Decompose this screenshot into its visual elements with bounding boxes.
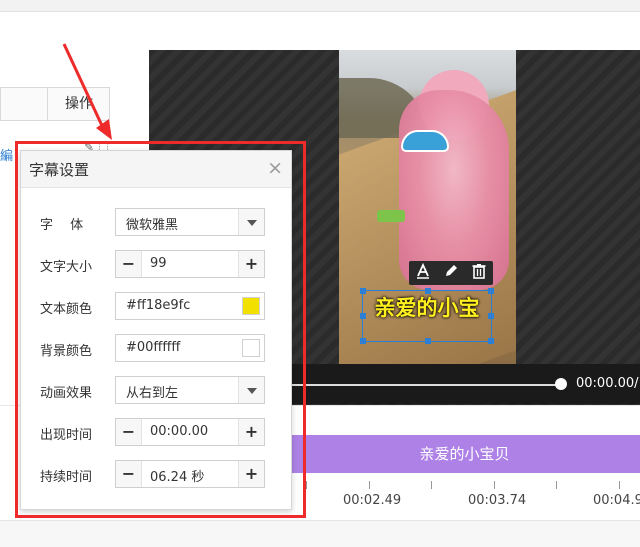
trash-icon[interactable] [469, 263, 489, 283]
timeline-ruler: 00:02.49 00:03.74 00:04.99 [289, 481, 640, 521]
ruler-tick [306, 481, 307, 489]
caption-selection-box[interactable]: 亲爱的小宝 [360, 288, 494, 344]
ruler-label: 00:04.99 [593, 493, 640, 508]
progress-knob[interactable] [555, 378, 567, 390]
resize-handle[interactable] [488, 338, 494, 344]
ruler-label: 00:02.49 [343, 493, 402, 508]
caption-overlay-text[interactable]: 亲爱的小宝 [363, 291, 491, 341]
resize-handle[interactable] [425, 288, 431, 294]
child-raincoat [399, 90, 509, 290]
caption-toolbar [409, 261, 493, 285]
ruler-label: 00:03.74 [468, 493, 527, 508]
row-edit-link[interactable]: 編 [0, 145, 13, 164]
resize-handle[interactable] [360, 313, 366, 319]
top-toolbar-strip [0, 0, 640, 12]
progress-track[interactable] [290, 384, 566, 386]
editor-app: 操作 編 ✎ ⬚ 亲爱的小宝 00:00.00/ 亲爱的小宝贝 00:02.49… [0, 0, 640, 547]
caption-clip-track[interactable]: 亲爱的小宝贝 [289, 435, 640, 473]
time-readout: 00:00.00/ [576, 376, 639, 391]
ruler-tick [619, 481, 620, 489]
text-style-icon[interactable] [413, 262, 433, 283]
resize-handle[interactable] [488, 313, 494, 319]
ruler-tick [369, 481, 370, 489]
annotation-arrow-icon [62, 43, 112, 140]
edit-pencil-icon[interactable] [441, 263, 461, 283]
child-cap [401, 130, 449, 152]
timeline-footer [0, 520, 640, 547]
annotation-highlight-box [15, 141, 306, 518]
resize-handle[interactable] [360, 288, 366, 294]
toy-shovel [377, 210, 405, 222]
ruler-tick [494, 481, 495, 489]
resize-handle[interactable] [488, 288, 494, 294]
ruler-tick [431, 481, 432, 489]
resize-handle[interactable] [425, 338, 431, 344]
ruler-tick [556, 481, 557, 489]
resize-handle[interactable] [360, 338, 366, 344]
